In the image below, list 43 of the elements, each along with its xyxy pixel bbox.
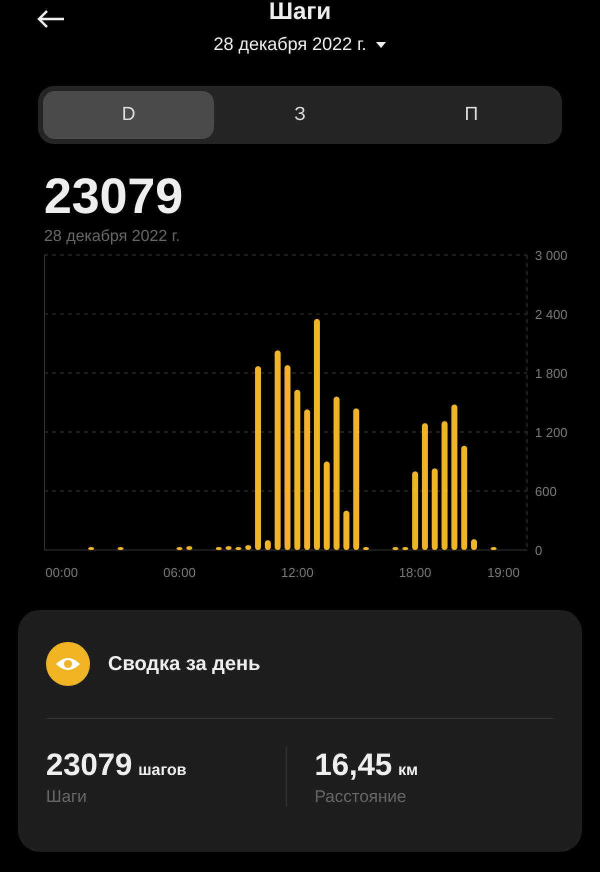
chart-bar [176, 547, 182, 550]
caret-icon [374, 40, 387, 48]
chart-bar [216, 547, 222, 550]
chart-bar [490, 547, 497, 550]
chart-bar [186, 546, 192, 550]
chart-bar [235, 547, 242, 550]
y-axis-label: 2 400 [535, 307, 568, 322]
chart-bar [343, 510, 350, 550]
x-axis-label: 12:00 [281, 565, 314, 580]
page-title: Шаги [268, 0, 332, 26]
chart-bar [264, 540, 271, 550]
chart-bar [245, 545, 252, 550]
x-axis-label: 00:00 [45, 565, 78, 580]
chart-bar [471, 539, 478, 550]
back-icon[interactable] [36, 9, 66, 29]
chart-bar [226, 546, 232, 550]
period-tab[interactable]: D [43, 91, 214, 139]
y-axis-label: 600 [535, 484, 557, 499]
x-axis-label: 06:00 [163, 565, 196, 580]
chart-bar [118, 547, 124, 550]
stat-label: Шаги [46, 787, 88, 807]
stat-unit: шагов [138, 762, 187, 780]
card-title: Сводка за день [108, 652, 260, 676]
stat-label: Расстояние [314, 787, 408, 807]
total-date: 28 декабря 2022 г. [44, 228, 182, 246]
y-axis-label: 1 800 [535, 366, 568, 381]
chart-bar [392, 547, 398, 550]
x-axis-label: 18:00 [398, 565, 432, 580]
y-axis-label: 0 [535, 543, 542, 558]
stat-value: 16,45 [314, 747, 392, 783]
chart-bar [88, 547, 94, 550]
x-axis-label: 19:00 [487, 565, 520, 580]
y-axis-label: 1 200 [535, 425, 568, 440]
y-axis-label: 3 000 [535, 250, 568, 263]
step-total: 23079 [44, 168, 184, 224]
eye-icon [46, 642, 90, 686]
date-selector[interactable]: 28 декабря 2022 г. [213, 34, 387, 55]
chart-bar [402, 547, 408, 550]
stat-value: 23079 [46, 747, 132, 783]
period-tab[interactable]: П [386, 91, 557, 139]
chart-bar [363, 547, 370, 550]
period-tab[interactable]: З [214, 91, 386, 139]
stat-unit: км [398, 762, 418, 780]
